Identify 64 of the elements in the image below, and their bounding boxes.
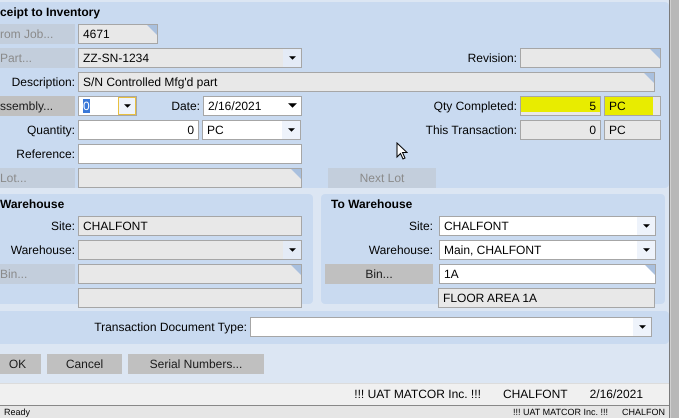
field-label: Date:: [170, 98, 200, 113]
section-title: ceipt to Inventory: [0, 4, 102, 20]
uom-field[interactable]: PC: [604, 96, 661, 116]
status-text: 2/16/2021: [590, 387, 643, 402]
status-text: CHALFON: [622, 407, 665, 418]
field-label: Quantity:: [26, 122, 75, 137]
bin-button[interactable]: Bin...: [325, 264, 433, 284]
caret-icon: [288, 103, 296, 108]
bin-description-field[interactable]: [78, 288, 302, 308]
mouse-pointer-icon: [396, 142, 408, 160]
field-label: Revision:: [466, 50, 517, 65]
status-text: !!! UAT MATCOR Inc. !!!: [512, 407, 608, 418]
section-title: To Warehouse: [330, 196, 414, 212]
quantity-field[interactable]: 0: [78, 120, 199, 140]
field-label: Description:: [10, 74, 75, 89]
site-combo[interactable]: CHALFONT: [439, 216, 656, 236]
caret-icon: [288, 128, 294, 132]
caret-icon: [288, 56, 296, 60]
document-type-combo[interactable]: [250, 317, 652, 338]
corner-icon: [644, 72, 654, 83]
uom-combo[interactable]: PC: [202, 120, 301, 140]
revision-field[interactable]: [520, 48, 661, 68]
reference-field[interactable]: [78, 144, 302, 164]
field-label: Warehouse:: [10, 242, 75, 257]
bin-description-field[interactable]: FLOOR AREA 1A: [438, 288, 655, 308]
date-picker[interactable]: 2/16/2021: [203, 96, 302, 116]
lot-field[interactable]: [78, 168, 302, 188]
corner-icon: [147, 24, 157, 35]
warehouse-combo[interactable]: Main, CHALFONT: [439, 240, 656, 260]
corner-icon: [650, 48, 660, 59]
bin-field[interactable]: [78, 264, 302, 284]
field-label: Qty Completed:: [432, 98, 517, 113]
field-label: Site:: [408, 218, 433, 233]
status-text: CHALFONT: [502, 387, 568, 402]
field-label: Warehouse:: [368, 242, 433, 257]
status-text: !!! UAT MATCOR Inc. !!!: [354, 387, 481, 402]
job-field[interactable]: 4671: [78, 24, 158, 44]
section-title: Warehouse: [0, 196, 66, 212]
qty-completed-field[interactable]: 5: [520, 96, 601, 116]
assembly-combo[interactable]: 0: [78, 96, 137, 116]
dialog-button[interactable]: Serial Numbers...: [128, 354, 264, 374]
description-field[interactable]: S/N Controlled Mfg'd part: [78, 72, 655, 92]
dialog-button[interactable]: Cancel: [47, 354, 122, 374]
field-label: Site:: [50, 218, 75, 233]
bin-field[interactable]: 1A: [439, 264, 656, 284]
warehouse-combo[interactable]: [78, 240, 302, 260]
corner-icon: [291, 264, 301, 275]
status-text: Ready: [4, 407, 30, 418]
caret-icon: [124, 104, 130, 108]
corner-icon: [291, 168, 301, 179]
assembly-button[interactable]: ssembly...: [0, 96, 75, 116]
site-field[interactable]: CHALFONT: [78, 216, 302, 236]
corner-icon: [645, 264, 655, 275]
part-combo[interactable]: ZZ-SN-1234: [78, 48, 302, 68]
dialog-button[interactable]: OK: [0, 354, 41, 374]
caret-icon: [642, 224, 650, 228]
field-label: Transaction Document Type:: [93, 320, 247, 334]
field-label: Reference:: [15, 146, 75, 161]
caret-icon: [638, 325, 646, 330]
caret-icon: [642, 248, 650, 252]
field-label: This Transaction:: [424, 122, 517, 137]
caret-icon: [288, 248, 296, 252]
transaction-qty-field[interactable]: 0: [520, 120, 601, 140]
uom-field[interactable]: PC: [604, 120, 661, 140]
